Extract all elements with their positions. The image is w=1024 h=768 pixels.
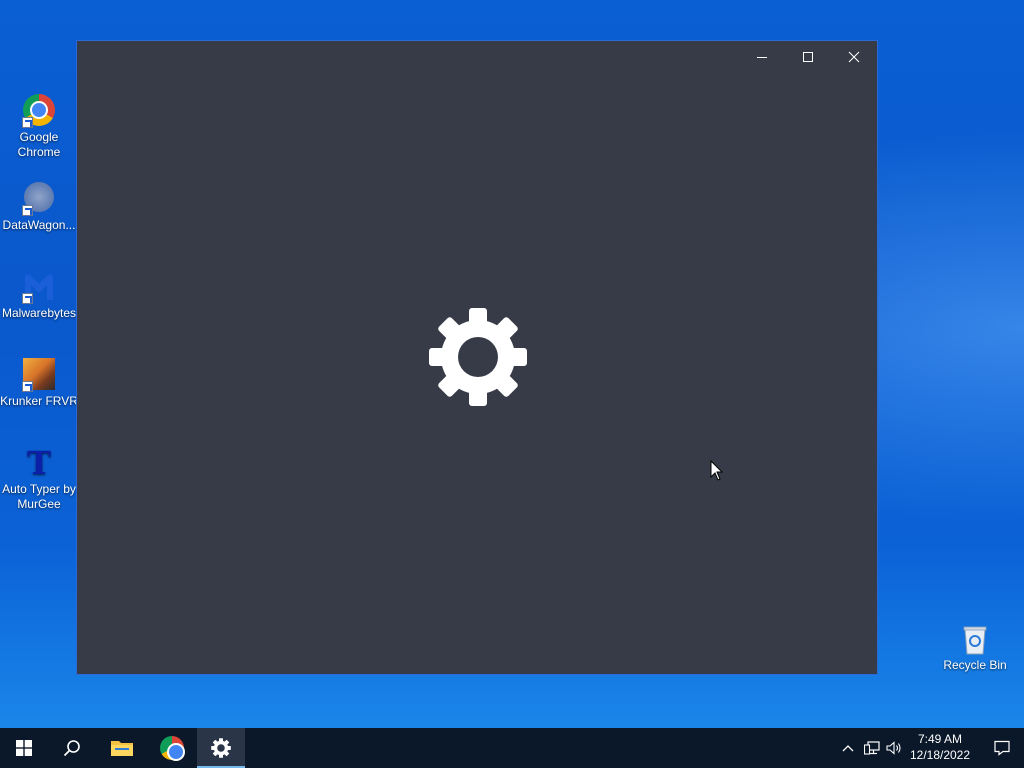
close-icon — [848, 51, 860, 63]
show-hidden-icons-button[interactable] — [838, 728, 858, 768]
datawagon-icon — [22, 182, 56, 216]
desktop-icon-datawagon[interactable]: DataWagon... — [0, 182, 78, 233]
minimize-button[interactable] — [739, 41, 785, 73]
folder-icon — [111, 741, 133, 756]
desktop-icon-recycle-bin[interactable]: Recycle Bin — [936, 622, 1014, 673]
desktop-icon-label: Recycle Bin — [943, 658, 1007, 672]
maximize-button[interactable] — [785, 41, 831, 73]
action-center-button[interactable] — [980, 728, 1024, 768]
chrome-icon — [160, 736, 184, 760]
minimize-icon — [757, 57, 767, 58]
chevron-up-icon — [842, 745, 854, 752]
desktop-icon-google-chrome[interactable]: Google Chrome — [0, 94, 78, 160]
recycle-bin-icon — [958, 622, 992, 656]
action-center-icon — [994, 740, 1010, 756]
desktop-icon-label: Auto Typer by — [2, 482, 76, 496]
windows-logo-icon — [16, 740, 32, 756]
gear-icon — [429, 308, 527, 406]
start-button[interactable] — [0, 728, 48, 768]
desktop-icon-malwarebytes[interactable]: Malwarebytes — [0, 270, 78, 321]
malwarebytes-icon — [22, 270, 56, 304]
desktop-icon-label: DataWagon... — [2, 218, 76, 232]
taskbar-file-explorer[interactable] — [98, 728, 146, 768]
auto-typer-icon: T — [27, 444, 51, 482]
clock-date: 12/18/2022 — [909, 748, 971, 762]
search-icon — [63, 740, 80, 757]
krunker-icon — [22, 358, 56, 392]
clock-time: 7:49 AM — [917, 732, 963, 746]
shortcut-arrow-icon — [22, 381, 33, 392]
search-button[interactable] — [48, 728, 96, 768]
settings-window — [77, 41, 877, 674]
network-button[interactable] — [861, 728, 883, 768]
taskbar-settings[interactable] — [197, 728, 245, 768]
desktop-icon-label: Google — [19, 130, 59, 144]
desktop-icon-auto-typer[interactable]: T Auto Typer by MurGee — [0, 446, 78, 512]
chrome-icon — [22, 94, 56, 128]
desktop-icon-label: Krunker FRVR — [0, 394, 78, 408]
volume-icon — [886, 741, 901, 755]
taskbar: 7:49 AM 12/18/2022 — [0, 728, 1024, 768]
desktop-icon-krunker[interactable]: Krunker FRVR — [0, 358, 78, 409]
desktop-icon-label: MurGee — [17, 497, 61, 511]
close-button[interactable] — [831, 41, 877, 73]
volume-button[interactable] — [884, 728, 904, 768]
mouse-cursor-icon — [710, 460, 724, 481]
shortcut-arrow-icon — [22, 117, 33, 128]
gear-icon — [211, 738, 231, 758]
taskbar-clock[interactable]: 7:49 AM 12/18/2022 — [903, 728, 977, 768]
shortcut-arrow-icon — [22, 293, 33, 304]
shortcut-arrow-icon — [22, 205, 33, 216]
desktop-icon-label: Chrome — [17, 145, 61, 159]
maximize-icon — [803, 52, 813, 62]
desktop-icon-label: Malwarebytes — [1, 306, 77, 320]
taskbar-chrome[interactable] — [148, 728, 196, 768]
network-icon — [864, 741, 880, 755]
